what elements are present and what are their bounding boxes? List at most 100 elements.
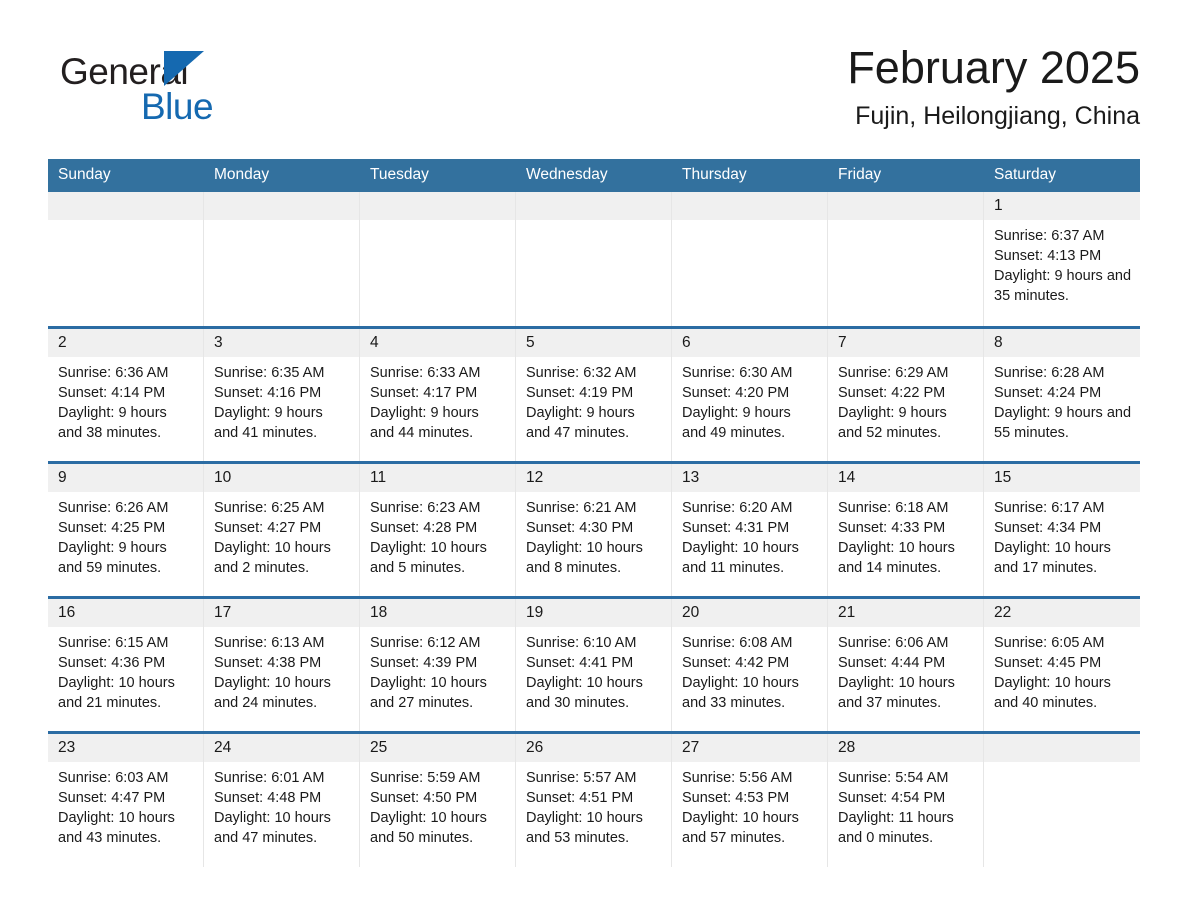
day-number: 1 bbox=[984, 192, 1140, 220]
calendar-cell-inner: 2 Sunrise: 6:36 AM Sunset: 4:14 PM Daylight… bbox=[48, 328, 204, 461]
calendar-cell-inner: 27 Sunrise: 5:56 AM Sunset: 4:53 PM Dayligh… bbox=[672, 733, 828, 867]
day-details: Sunrise: 6:33 AM Sunset: 4:17 PM Daylight:… bbox=[360, 357, 515, 443]
daylight-text: Daylight: 10 hours and 11 minutes. bbox=[682, 539, 799, 576]
day-details: Sunrise: 6:08 AM Sunset: 4:42 PM Daylight:… bbox=[672, 627, 827, 713]
calendar-day-cell[interactable]: 18 Sunrise: 6:12 AM Sunset: 4:39 PM Dayligh… bbox=[360, 595, 516, 732]
daylight-text: Daylight: 10 hours and 53 minutes. bbox=[526, 809, 643, 846]
weekday-header-sunday: Sunday bbox=[48, 159, 204, 192]
calendar-day-cell[interactable]: 12 Sunrise: 6:21 AM Sunset: 4:30 PM Dayligh… bbox=[516, 460, 672, 597]
day-details: Sunrise: 6:26 AM Sunset: 4:25 PM Daylight:… bbox=[48, 492, 203, 578]
calendar-day-cell[interactable]: 17 Sunrise: 6:13 AM Sunset: 4:38 PM Dayligh… bbox=[204, 595, 360, 732]
daylight-text: Daylight: 10 hours and 57 minutes. bbox=[682, 809, 799, 846]
day-details: Sunrise: 6:18 AM Sunset: 4:33 PM Daylight:… bbox=[828, 492, 983, 578]
calendar-day-cell[interactable]: 7 Sunrise: 6:29 AM Sunset: 4:22 PM Daylight… bbox=[828, 325, 984, 462]
daylight-text: Daylight: 9 hours and 35 minutes. bbox=[994, 268, 1132, 304]
sunrise-text: Sunrise: 6:08 AM bbox=[682, 634, 793, 651]
daylight-text: Daylight: 9 hours and 52 minutes. bbox=[838, 404, 947, 441]
page-header: General Blue February 2025 Fujin, Heilon… bbox=[48, 40, 1140, 148]
sunset-text: Sunset: 4:30 PM bbox=[526, 519, 634, 536]
sunset-text: Sunset: 4:41 PM bbox=[526, 654, 634, 671]
sunset-text: Sunset: 4:42 PM bbox=[682, 654, 790, 671]
calendar-day-cell[interactable]: 19 Sunrise: 6:10 AM Sunset: 4:41 PM Dayligh… bbox=[516, 595, 672, 732]
day-number: 7 bbox=[828, 328, 983, 357]
sunrise-sunset-calendar: Sunday Monday Tuesday Wednesday Thursday… bbox=[48, 159, 1140, 867]
calendar-cell-inner: 15 Sunrise: 6:17 AM Sunset: 4:34 PM Dayligh… bbox=[984, 463, 1140, 596]
day-number: 18 bbox=[360, 598, 515, 627]
day-details: Sunrise: 6:13 AM Sunset: 4:38 PM Daylight:… bbox=[204, 627, 359, 713]
day-number bbox=[828, 192, 983, 220]
sunset-text: Sunset: 4:36 PM bbox=[58, 654, 166, 671]
calendar-cell-inner: 19 Sunrise: 6:10 AM Sunset: 4:41 PM Dayligh… bbox=[516, 598, 672, 731]
weekday-header-tuesday: Tuesday bbox=[360, 159, 516, 192]
calendar-day-cell[interactable]: 1 Sunrise: 6:37 AM Sunset: 4:13 PM Daylight… bbox=[984, 192, 1140, 327]
daylight-text: Daylight: 10 hours and 14 minutes. bbox=[838, 539, 955, 576]
calendar-day-cell[interactable]: 2 Sunrise: 6:36 AM Sunset: 4:14 PM Daylight… bbox=[48, 325, 204, 462]
calendar-day-cell[interactable]: 26 Sunrise: 5:57 AM Sunset: 4:51 PM Dayligh… bbox=[516, 730, 672, 867]
sunset-text: Sunset: 4:25 PM bbox=[58, 519, 166, 536]
calendar-day-cell[interactable]: 6 Sunrise: 6:30 AM Sunset: 4:20 PM Daylight… bbox=[672, 325, 828, 462]
calendar-day-cell[interactable]: 9 Sunrise: 6:26 AM Sunset: 4:25 PM Daylight… bbox=[48, 460, 204, 597]
day-details: Sunrise: 6:15 AM Sunset: 4:36 PM Daylight:… bbox=[48, 627, 203, 713]
day-number: 20 bbox=[672, 598, 827, 627]
calendar-day-cell[interactable]: 25 Sunrise: 5:59 AM Sunset: 4:50 PM Dayligh… bbox=[360, 730, 516, 867]
sunrise-text: Sunrise: 6:20 AM bbox=[682, 499, 793, 516]
calendar-day-cell[interactable]: 22 Sunrise: 6:05 AM Sunset: 4:45 PM Dayligh… bbox=[984, 595, 1140, 732]
daylight-text: Daylight: 10 hours and 30 minutes. bbox=[526, 674, 643, 711]
calendar-cell-inner: 28 Sunrise: 5:54 AM Sunset: 4:54 PM Dayligh… bbox=[828, 733, 984, 867]
calendar-cell-inner: 8 Sunrise: 6:28 AM Sunset: 4:24 PM Daylight… bbox=[984, 328, 1140, 461]
day-details: Sunrise: 6:21 AM Sunset: 4:30 PM Daylight:… bbox=[516, 492, 671, 578]
daylight-text: Daylight: 9 hours and 47 minutes. bbox=[526, 404, 635, 441]
calendar-day-cell[interactable]: 13 Sunrise: 6:20 AM Sunset: 4:31 PM Dayligh… bbox=[672, 460, 828, 597]
sunset-text: Sunset: 4:48 PM bbox=[214, 789, 322, 806]
calendar-day-cell[interactable]: 24 Sunrise: 6:01 AM Sunset: 4:48 PM Dayligh… bbox=[204, 730, 360, 867]
day-number: 28 bbox=[828, 733, 983, 762]
day-details: Sunrise: 6:32 AM Sunset: 4:19 PM Daylight:… bbox=[516, 357, 671, 443]
calendar-cell-inner: 3 Sunrise: 6:35 AM Sunset: 4:16 PM Daylight… bbox=[204, 328, 360, 461]
calendar-cell-inner bbox=[672, 192, 828, 326]
calendar-day-cell[interactable]: 28 Sunrise: 5:54 AM Sunset: 4:54 PM Dayligh… bbox=[828, 730, 984, 867]
daylight-text: Daylight: 9 hours and 55 minutes. bbox=[994, 404, 1132, 441]
general-blue-logo[interactable]: General Blue bbox=[60, 50, 280, 130]
day-number: 13 bbox=[672, 463, 827, 492]
sunset-text: Sunset: 4:53 PM bbox=[682, 789, 790, 806]
day-details: Sunrise: 5:56 AM Sunset: 4:53 PM Daylight:… bbox=[672, 762, 827, 848]
calendar-day-cell[interactable]: 5 Sunrise: 6:32 AM Sunset: 4:19 PM Daylight… bbox=[516, 325, 672, 462]
sunset-text: Sunset: 4:28 PM bbox=[370, 519, 478, 536]
calendar-cell-inner: 9 Sunrise: 6:26 AM Sunset: 4:25 PM Daylight… bbox=[48, 463, 204, 596]
day-details: Sunrise: 5:57 AM Sunset: 4:51 PM Daylight:… bbox=[516, 762, 671, 848]
sunset-text: Sunset: 4:39 PM bbox=[370, 654, 478, 671]
sunrise-text: Sunrise: 6:13 AM bbox=[214, 634, 325, 651]
sunrise-text: Sunrise: 6:36 AM bbox=[58, 364, 169, 381]
day-details: Sunrise: 6:29 AM Sunset: 4:22 PM Daylight:… bbox=[828, 357, 983, 443]
day-details: Sunrise: 6:23 AM Sunset: 4:28 PM Daylight:… bbox=[360, 492, 515, 578]
daylight-text: Daylight: 10 hours and 27 minutes. bbox=[370, 674, 487, 711]
calendar-day-cell[interactable]: 8 Sunrise: 6:28 AM Sunset: 4:24 PM Daylight… bbox=[984, 325, 1140, 462]
daylight-text: Daylight: 10 hours and 33 minutes. bbox=[682, 674, 799, 711]
calendar-day-cell[interactable]: 3 Sunrise: 6:35 AM Sunset: 4:16 PM Daylight… bbox=[204, 325, 360, 462]
calendar-day-cell[interactable]: 10 Sunrise: 6:25 AM Sunset: 4:27 PM Dayligh… bbox=[204, 460, 360, 597]
calendar-day-cell[interactable]: 23 Sunrise: 6:03 AM Sunset: 4:47 PM Dayligh… bbox=[48, 730, 204, 867]
sunrise-text: Sunrise: 6:29 AM bbox=[838, 364, 949, 381]
calendar-day-cell[interactable]: 20 Sunrise: 6:08 AM Sunset: 4:42 PM Dayligh… bbox=[672, 595, 828, 732]
calendar-day-cell[interactable]: 14 Sunrise: 6:18 AM Sunset: 4:33 PM Dayligh… bbox=[828, 460, 984, 597]
sunset-text: Sunset: 4:24 PM bbox=[994, 384, 1102, 401]
daylight-text: Daylight: 10 hours and 37 minutes. bbox=[838, 674, 955, 711]
calendar-cell-inner bbox=[516, 192, 672, 326]
sunset-text: Sunset: 4:13 PM bbox=[994, 248, 1102, 264]
calendar-day-cell[interactable]: 21 Sunrise: 6:06 AM Sunset: 4:44 PM Dayligh… bbox=[828, 595, 984, 732]
calendar-day-cell[interactable]: 4 Sunrise: 6:33 AM Sunset: 4:17 PM Daylight… bbox=[360, 325, 516, 462]
triangle-right-icon bbox=[164, 51, 204, 86]
day-number: 3 bbox=[204, 328, 359, 357]
calendar-day-cell[interactable]: 15 Sunrise: 6:17 AM Sunset: 4:34 PM Dayligh… bbox=[984, 460, 1140, 597]
calendar-day-cell[interactable]: 11 Sunrise: 6:23 AM Sunset: 4:28 PM Dayligh… bbox=[360, 460, 516, 597]
day-number: 19 bbox=[516, 598, 671, 627]
day-number bbox=[360, 192, 515, 220]
sunrise-text: Sunrise: 6:26 AM bbox=[58, 499, 169, 516]
calendar-cell-inner: 23 Sunrise: 6:03 AM Sunset: 4:47 PM Dayligh… bbox=[48, 733, 204, 867]
calendar-day-cell[interactable]: 27 Sunrise: 5:56 AM Sunset: 4:53 PM Dayligh… bbox=[672, 730, 828, 867]
calendar-cell-inner: 16 Sunrise: 6:15 AM Sunset: 4:36 PM Dayligh… bbox=[48, 598, 204, 731]
page-title: February 2025 bbox=[847, 42, 1140, 93]
calendar-day-cell[interactable]: 16 Sunrise: 6:15 AM Sunset: 4:36 PM Dayligh… bbox=[48, 595, 204, 732]
sunrise-text: Sunrise: 6:37 AM bbox=[994, 228, 1105, 244]
sunset-text: Sunset: 4:22 PM bbox=[838, 384, 946, 401]
